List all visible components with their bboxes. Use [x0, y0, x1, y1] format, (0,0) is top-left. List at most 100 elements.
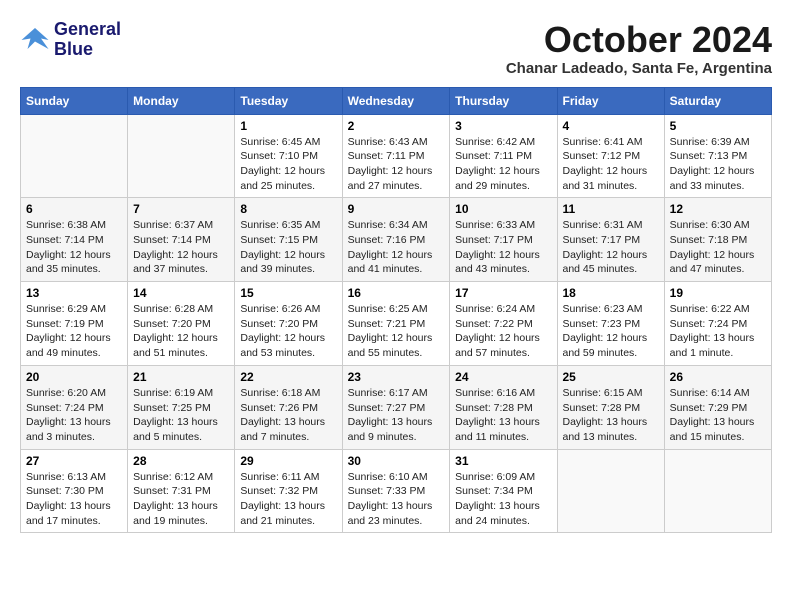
- calendar-cell: 13 Sunrise: 6:29 AM Sunset: 7:19 PM Dayli…: [21, 282, 128, 366]
- day-info: Sunrise: 6:12 AM Sunset: 7:31 PM Dayligh…: [133, 470, 229, 529]
- day-number: 21: [133, 370, 229, 384]
- day-info: Sunrise: 6:37 AM Sunset: 7:14 PM Dayligh…: [133, 218, 229, 277]
- calendar-cell: 26 Sunrise: 6:14 AM Sunset: 7:29 PM Dayli…: [664, 365, 771, 449]
- day-info: Sunrise: 6:20 AM Sunset: 7:24 PM Dayligh…: [26, 386, 122, 445]
- calendar-cell: 14 Sunrise: 6:28 AM Sunset: 7:20 PM Dayli…: [128, 282, 235, 366]
- day-number: 19: [670, 286, 766, 300]
- day-info: Sunrise: 6:10 AM Sunset: 7:33 PM Dayligh…: [348, 470, 445, 529]
- calendar-cell: 10 Sunrise: 6:33 AM Sunset: 7:17 PM Dayli…: [450, 198, 557, 282]
- day-number: 26: [670, 370, 766, 384]
- day-info: Sunrise: 6:23 AM Sunset: 7:23 PM Dayligh…: [563, 302, 659, 361]
- day-info: Sunrise: 6:19 AM Sunset: 7:25 PM Dayligh…: [133, 386, 229, 445]
- calendar-table: SundayMondayTuesdayWednesdayThursdayFrid…: [20, 87, 772, 534]
- calendar-cell: 8 Sunrise: 6:35 AM Sunset: 7:15 PM Daylig…: [235, 198, 342, 282]
- calendar-cell: 21 Sunrise: 6:19 AM Sunset: 7:25 PM Dayli…: [128, 365, 235, 449]
- page-header: General Blue October 2024 Chanar Ladeado…: [20, 20, 772, 77]
- weekday-header: Wednesday: [342, 87, 450, 114]
- calendar-cell: 29 Sunrise: 6:11 AM Sunset: 7:32 PM Dayli…: [235, 449, 342, 533]
- calendar-cell: 11 Sunrise: 6:31 AM Sunset: 7:17 PM Dayli…: [557, 198, 664, 282]
- day-number: 13: [26, 286, 122, 300]
- calendar-cell: 6 Sunrise: 6:38 AM Sunset: 7:14 PM Daylig…: [21, 198, 128, 282]
- calendar-cell: 15 Sunrise: 6:26 AM Sunset: 7:20 PM Dayli…: [235, 282, 342, 366]
- calendar-cell: 20 Sunrise: 6:20 AM Sunset: 7:24 PM Dayli…: [21, 365, 128, 449]
- day-info: Sunrise: 6:43 AM Sunset: 7:11 PM Dayligh…: [348, 135, 445, 194]
- day-info: Sunrise: 6:45 AM Sunset: 7:10 PM Dayligh…: [240, 135, 336, 194]
- calendar-cell: 3Sunrise: 6:42 AM Sunset: 7:11 PM Daylig…: [450, 114, 557, 198]
- day-number: 10: [455, 202, 551, 216]
- day-info: Sunrise: 6:11 AM Sunset: 7:32 PM Dayligh…: [240, 470, 336, 529]
- day-number: 31: [455, 454, 551, 468]
- calendar-cell: 4Sunrise: 6:41 AM Sunset: 7:12 PM Daylig…: [557, 114, 664, 198]
- logo-icon: [20, 26, 50, 54]
- day-info: Sunrise: 6:17 AM Sunset: 7:27 PM Dayligh…: [348, 386, 445, 445]
- calendar-week-row: 27 Sunrise: 6:13 AM Sunset: 7:30 PM Dayli…: [21, 449, 772, 533]
- calendar-cell: [557, 449, 664, 533]
- day-number: 22: [240, 370, 336, 384]
- day-info: Sunrise: 6:22 AM Sunset: 7:24 PM Dayligh…: [670, 302, 766, 361]
- day-number: 11: [563, 202, 659, 216]
- calendar-week-row: 20 Sunrise: 6:20 AM Sunset: 7:24 PM Dayli…: [21, 365, 772, 449]
- day-number: 27: [26, 454, 122, 468]
- day-number: 2: [348, 119, 445, 133]
- day-info: Sunrise: 6:34 AM Sunset: 7:16 PM Dayligh…: [348, 218, 445, 277]
- location-subtitle: Chanar Ladeado, Santa Fe, Argentina: [506, 60, 772, 77]
- calendar-cell: [664, 449, 771, 533]
- day-number: 12: [670, 202, 766, 216]
- day-number: 7: [133, 202, 229, 216]
- calendar-cell: 1 Sunrise: 6:45 AM Sunset: 7:10 PM Daylig…: [235, 114, 342, 198]
- weekday-header: Monday: [128, 87, 235, 114]
- day-number: 16: [348, 286, 445, 300]
- month-title: October 2024: [506, 20, 772, 60]
- day-number: 25: [563, 370, 659, 384]
- day-info: Sunrise: 6:30 AM Sunset: 7:18 PM Dayligh…: [670, 218, 766, 277]
- day-info: Sunrise: 6:38 AM Sunset: 7:14 PM Dayligh…: [26, 218, 122, 277]
- day-info: Sunrise: 6:41 AM Sunset: 7:12 PM Dayligh…: [563, 135, 659, 194]
- day-number: 15: [240, 286, 336, 300]
- calendar-cell: 19 Sunrise: 6:22 AM Sunset: 7:24 PM Dayli…: [664, 282, 771, 366]
- day-info: Sunrise: 6:33 AM Sunset: 7:17 PM Dayligh…: [455, 218, 551, 277]
- day-number: 9: [348, 202, 445, 216]
- calendar-cell: 28 Sunrise: 6:12 AM Sunset: 7:31 PM Dayli…: [128, 449, 235, 533]
- day-number: 18: [563, 286, 659, 300]
- logo: General Blue: [20, 20, 121, 60]
- day-info: Sunrise: 6:29 AM Sunset: 7:19 PM Dayligh…: [26, 302, 122, 361]
- calendar-cell: 9 Sunrise: 6:34 AM Sunset: 7:16 PM Daylig…: [342, 198, 450, 282]
- day-info: Sunrise: 6:39 AM Sunset: 7:13 PM Dayligh…: [670, 135, 766, 194]
- day-number: 30: [348, 454, 445, 468]
- day-info: Sunrise: 6:26 AM Sunset: 7:20 PM Dayligh…: [240, 302, 336, 361]
- calendar-cell: 25Sunrise: 6:15 AM Sunset: 7:28 PM Dayli…: [557, 365, 664, 449]
- calendar-week-row: 1 Sunrise: 6:45 AM Sunset: 7:10 PM Daylig…: [21, 114, 772, 198]
- day-number: 1: [240, 119, 336, 133]
- weekday-header: Friday: [557, 87, 664, 114]
- day-number: 6: [26, 202, 122, 216]
- day-info: Sunrise: 6:24 AM Sunset: 7:22 PM Dayligh…: [455, 302, 551, 361]
- day-info: Sunrise: 6:13 AM Sunset: 7:30 PM Dayligh…: [26, 470, 122, 529]
- weekday-header: Tuesday: [235, 87, 342, 114]
- day-info: Sunrise: 6:28 AM Sunset: 7:20 PM Dayligh…: [133, 302, 229, 361]
- day-number: 28: [133, 454, 229, 468]
- day-number: 20: [26, 370, 122, 384]
- day-number: 14: [133, 286, 229, 300]
- weekday-header: Sunday: [21, 87, 128, 114]
- day-number: 23: [348, 370, 445, 384]
- calendar-header-row: SundayMondayTuesdayWednesdayThursdayFrid…: [21, 87, 772, 114]
- calendar-cell: 12 Sunrise: 6:30 AM Sunset: 7:18 PM Dayli…: [664, 198, 771, 282]
- calendar-cell: 24Sunrise: 6:16 AM Sunset: 7:28 PM Dayli…: [450, 365, 557, 449]
- calendar-cell: [128, 114, 235, 198]
- day-info: Sunrise: 6:35 AM Sunset: 7:15 PM Dayligh…: [240, 218, 336, 277]
- calendar-cell: 22Sunrise: 6:18 AM Sunset: 7:26 PM Dayli…: [235, 365, 342, 449]
- day-number: 8: [240, 202, 336, 216]
- weekday-header: Thursday: [450, 87, 557, 114]
- day-info: Sunrise: 6:14 AM Sunset: 7:29 PM Dayligh…: [670, 386, 766, 445]
- calendar-cell: 5Sunrise: 6:39 AM Sunset: 7:13 PM Daylig…: [664, 114, 771, 198]
- day-number: 17: [455, 286, 551, 300]
- calendar-week-row: 13 Sunrise: 6:29 AM Sunset: 7:19 PM Dayli…: [21, 282, 772, 366]
- calendar-cell: 2 Sunrise: 6:43 AM Sunset: 7:11 PM Daylig…: [342, 114, 450, 198]
- day-number: 29: [240, 454, 336, 468]
- weekday-header: Saturday: [664, 87, 771, 114]
- calendar-cell: 31Sunrise: 6:09 AM Sunset: 7:34 PM Dayli…: [450, 449, 557, 533]
- day-info: Sunrise: 6:31 AM Sunset: 7:17 PM Dayligh…: [563, 218, 659, 277]
- day-number: 3: [455, 119, 551, 133]
- calendar-cell: 27 Sunrise: 6:13 AM Sunset: 7:30 PM Dayli…: [21, 449, 128, 533]
- calendar-cell: 18 Sunrise: 6:23 AM Sunset: 7:23 PM Dayli…: [557, 282, 664, 366]
